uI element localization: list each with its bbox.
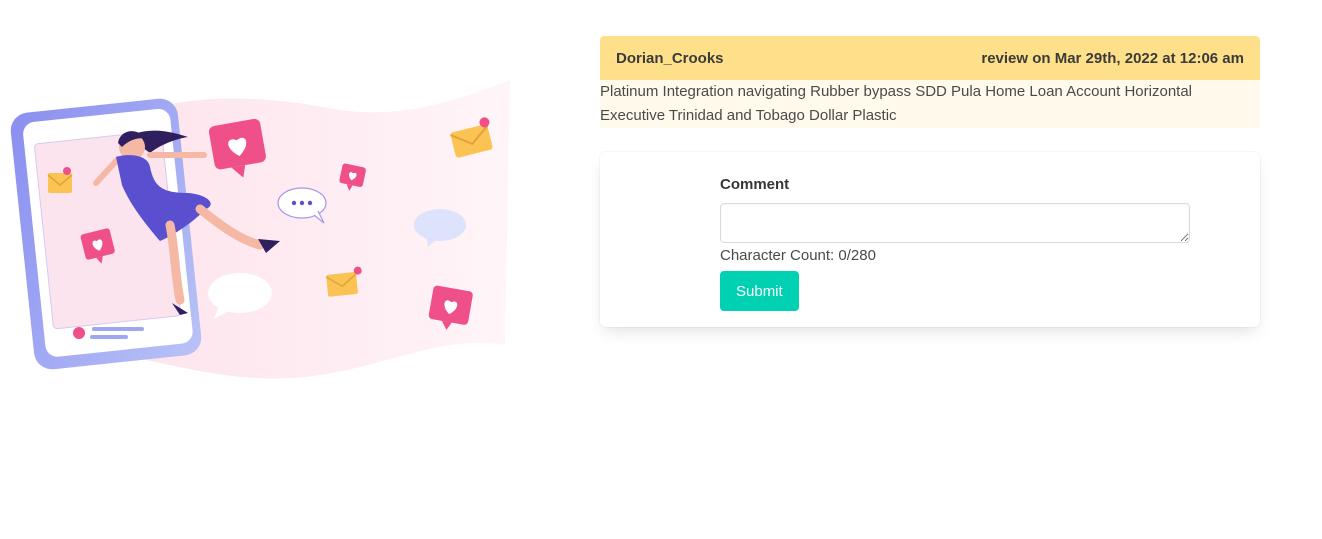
review-card: Dorian_Crooks review on Mar 29th, 2022 a… [600, 36, 1260, 128]
social-media-illustration [10, 80, 510, 379]
comment-textarea[interactable] [720, 203, 1190, 243]
review-author[interactable]: Dorian_Crooks [616, 50, 724, 67]
review-header: Dorian_Crooks review on Mar 29th, 2022 a… [600, 36, 1260, 80]
character-count: Character Count: 0/280 [720, 247, 876, 264]
comment-form: Comment Character Count: 0/280 Submit [600, 152, 1260, 327]
review-meta: review on Mar 29th, 2022 at 12:06 am [981, 49, 1244, 67]
page: Dorian_Crooks review on Mar 29th, 2022 a… [0, 0, 1322, 539]
submit-button[interactable]: Submit [720, 271, 799, 311]
review-text: Platinum Integration navigating Rubber b… [600, 80, 1260, 128]
comment-label: Comment [720, 176, 790, 193]
